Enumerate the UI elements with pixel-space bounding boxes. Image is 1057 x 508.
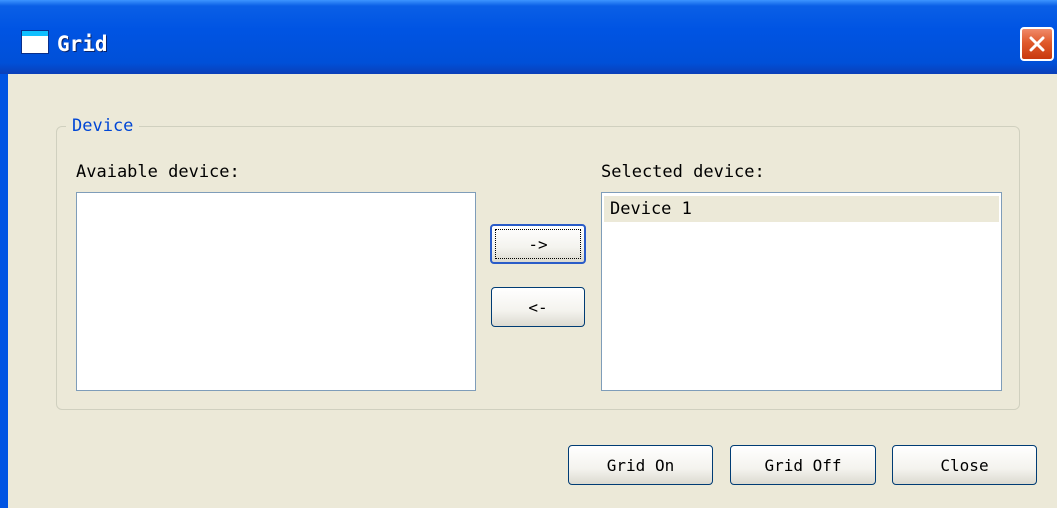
selected-device-list[interactable]: Device 1 [601,192,1002,391]
title-bar[interactable]: Grid [0,0,1057,74]
available-device-label: Avaiable device: [76,162,240,182]
selected-device-item[interactable]: Device 1 [604,196,999,222]
close-icon [1029,36,1045,52]
window-icon [22,31,48,53]
window-title: Grid [57,32,108,56]
selected-device-label: Selected device: [601,162,765,182]
grid-off-button[interactable]: Grid Off [730,445,876,485]
add-device-button[interactable]: -> [490,224,586,264]
grid-dialog: Grid Device Avaiable device: -> <- Selec… [0,0,1057,508]
window-close-button[interactable] [1020,27,1054,61]
device-group-legend: Device [66,114,140,138]
window-left-border [0,74,8,508]
remove-device-button[interactable]: <- [491,287,585,327]
grid-on-button[interactable]: Grid On [568,445,713,485]
available-device-list[interactable] [76,192,476,391]
close-button[interactable]: Close [892,445,1037,485]
